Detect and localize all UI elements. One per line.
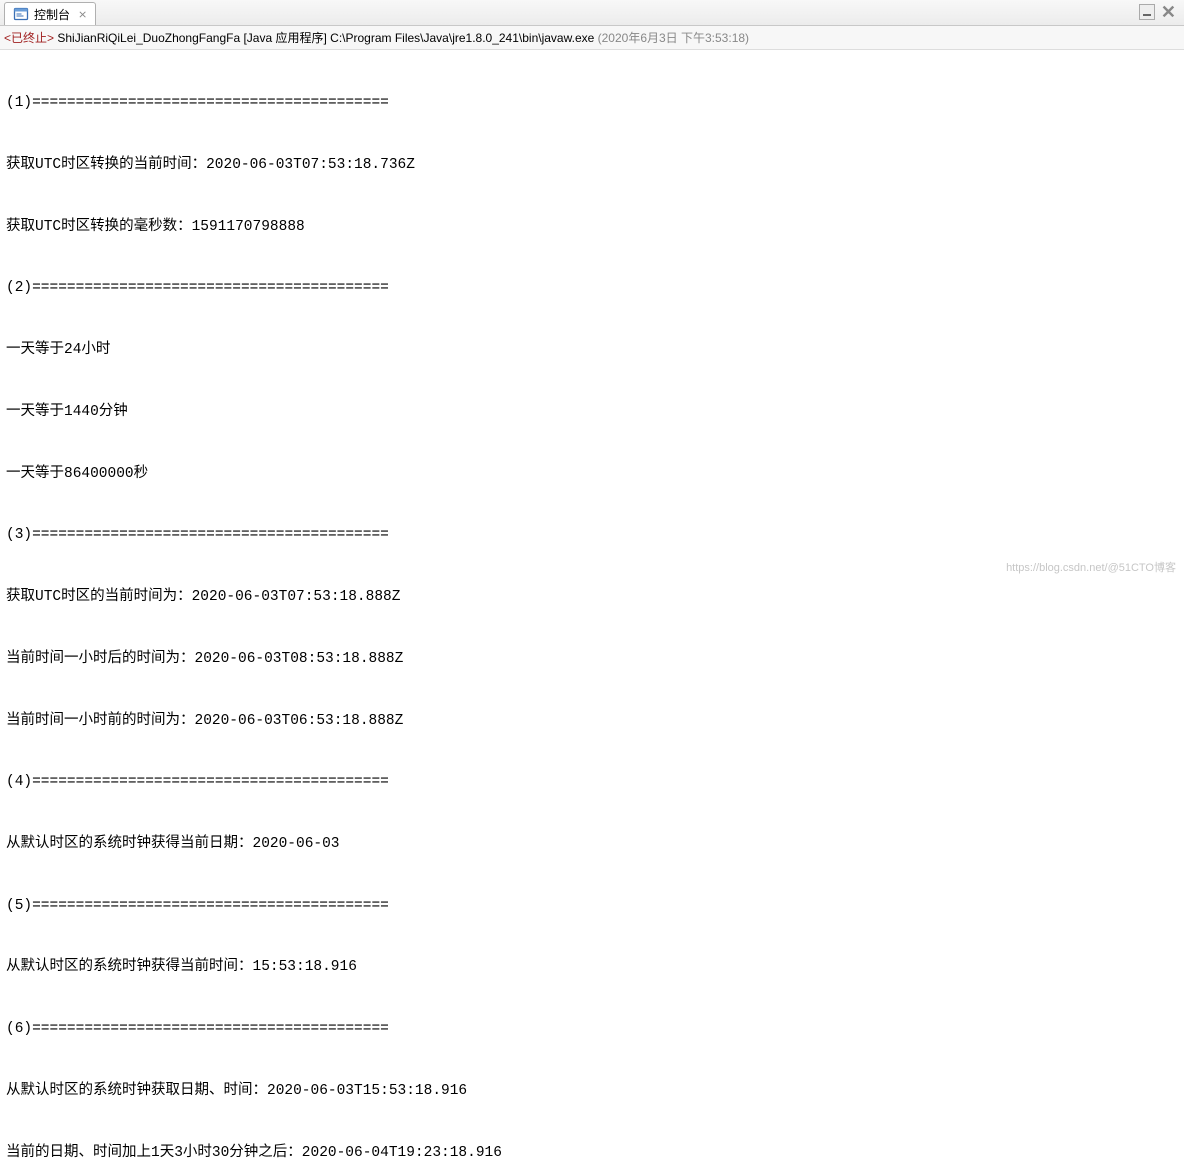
output-line: 一天等于24小时: [6, 340, 1178, 361]
output-line: 获取UTC时区的当前时间为：2020-06-03T07:53:18.888Z: [6, 587, 1178, 608]
process-header: <已终止> ShiJianRiQiLei_DuoZhongFangFa [Jav…: [0, 26, 1184, 50]
output-line: (1)=====================================…: [6, 93, 1178, 114]
output-line: 一天等于86400000秒: [6, 464, 1178, 485]
output-line: 从默认时区的系统时钟获取日期、时间：2020-06-03T15:53:18.91…: [6, 1081, 1178, 1102]
output-line: (6)=====================================…: [6, 1019, 1178, 1040]
console-output[interactable]: (1)=====================================…: [0, 50, 1184, 1158]
run-timestamp: (2020年6月3日 下午3:53:18): [594, 31, 749, 45]
output-line: 当前时间一小时后的时间为：2020-06-03T08:53:18.888Z: [6, 649, 1178, 670]
program-path: ShiJianRiQiLei_DuoZhongFangFa [Java 应用程序…: [54, 31, 594, 45]
output-line: (5)=====================================…: [6, 896, 1178, 917]
output-line: 从默认时区的系统时钟获得当前日期：2020-06-03: [6, 834, 1178, 855]
output-line: 一天等于1440分钟: [6, 402, 1178, 423]
output-line: 当前时间一小时前的时间为：2020-06-03T06:53:18.888Z: [6, 711, 1178, 732]
tab-title: 控制台: [34, 6, 70, 23]
close-view-icon[interactable]: ✕: [1159, 3, 1178, 21]
output-line: 当前的日期、时间加上1天3小时30分钟之后：2020-06-04T19:23:1…: [6, 1143, 1178, 1158]
terminated-label: <已终止>: [4, 31, 54, 45]
minimize-icon: [1143, 14, 1151, 16]
watermark: https://blog.csdn.net/@51CTO博客: [1006, 559, 1176, 575]
tab-bar: 控制台 ⨯ ✕: [0, 0, 1184, 26]
console-icon: [13, 6, 29, 22]
console-tab[interactable]: 控制台 ⨯: [4, 2, 96, 25]
tab-close-icon[interactable]: ⨯: [78, 8, 87, 21]
output-line: 获取UTC时区转换的毫秒数：1591170798888: [6, 217, 1178, 238]
tab-controls: ✕: [1139, 3, 1178, 21]
output-line: 从默认时区的系统时钟获得当前时间：15:53:18.916: [6, 957, 1178, 978]
output-line: (2)=====================================…: [6, 278, 1178, 299]
output-line: (3)=====================================…: [6, 525, 1178, 546]
output-line: 获取UTC时区转换的当前时间：2020-06-03T07:53:18.736Z: [6, 155, 1178, 176]
minimize-button[interactable]: [1139, 4, 1155, 20]
output-line: (4)=====================================…: [6, 772, 1178, 793]
